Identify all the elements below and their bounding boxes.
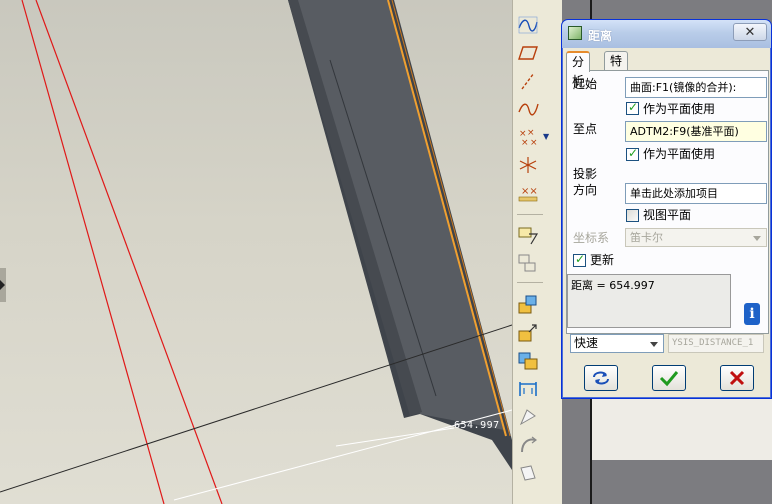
datum-point-icon[interactable]: × × × × [515, 124, 541, 150]
mode-value: 快速 [574, 336, 599, 350]
repeat-icon [593, 371, 609, 385]
model-geometry [0, 0, 512, 504]
datum-plane-icon[interactable] [515, 40, 541, 66]
direction-label: 方向 [573, 183, 598, 197]
close-button[interactable]: ✕ [733, 23, 767, 41]
extend-icon[interactable] [515, 320, 541, 346]
update-checkbox[interactable] [573, 252, 586, 267]
panel-expand-handle[interactable] [0, 268, 6, 302]
chevron-down-icon [749, 230, 765, 246]
datum-csys-icon[interactable] [515, 152, 541, 178]
copy-geometry-icon[interactable] [515, 250, 541, 276]
datum-toolbar: × × × × ▼ ×× [512, 0, 562, 504]
svg-text:×: × [527, 128, 535, 138]
sketch-curve-icon[interactable] [515, 12, 541, 38]
trim-icon[interactable] [515, 348, 541, 374]
projection-direction-field[interactable]: 单击此处添加项目 [625, 183, 767, 204]
datum-point-offset-icon[interactable]: ×× [515, 180, 541, 206]
projection-label: 投影 [573, 167, 598, 181]
solidify-icon[interactable] [515, 460, 541, 486]
repeat-button[interactable] [584, 365, 618, 391]
project-icon[interactable] [515, 432, 541, 458]
chevron-down-icon [646, 336, 662, 353]
tab-analysis[interactable]: 分析 [566, 51, 591, 88]
checkmark-icon [659, 371, 679, 387]
toolbar-separator [517, 214, 543, 215]
ok-button[interactable] [652, 365, 686, 391]
merge-icon[interactable] [515, 292, 541, 318]
view-plane-label: 视图平面 [643, 208, 692, 222]
dialog-app-icon [568, 26, 582, 40]
from-use-as-plane-label: 作为平面使用 [643, 102, 716, 116]
svg-text:××: ×× [521, 186, 538, 197]
from-use-as-plane-checkbox[interactable] [626, 100, 639, 115]
csys-value: 笛卡尔 [630, 231, 663, 244]
analysis-name-field[interactable]: YSIS_DISTANCE_1 [668, 334, 764, 353]
csys-label: 坐标系 [573, 231, 610, 245]
analysis-feature-icon[interactable] [515, 222, 541, 248]
datum-point-dropdown-icon[interactable]: ▼ [543, 132, 549, 141]
svg-text:×: × [530, 138, 538, 148]
toolbar-separator [517, 282, 543, 283]
cancel-x-icon [729, 370, 745, 386]
dialog-titlebar[interactable]: 距离 ✕ [562, 20, 771, 48]
info-icon[interactable]: i [744, 303, 760, 325]
dialog-title: 距离 [588, 29, 613, 43]
distance-annotation: 654.997 [454, 420, 500, 431]
datum-axis-icon[interactable] [515, 68, 541, 94]
view-plane-checkbox[interactable] [626, 209, 639, 222]
to-reference-field[interactable]: ADTM2:F9(基准平面) [625, 121, 767, 142]
datum-curve-icon[interactable] [515, 96, 541, 122]
cancel-button[interactable] [720, 365, 754, 391]
mode-select[interactable]: 快速 [570, 334, 664, 353]
csys-select[interactable]: 笛卡尔 [625, 228, 767, 247]
to-label: 至点 [573, 122, 598, 136]
tab-feature[interactable]: 特征 [604, 51, 629, 87]
to-use-as-plane-checkbox[interactable] [626, 146, 639, 161]
workspace-panel [592, 398, 772, 460]
graphics-viewport[interactable]: 654.997 [0, 0, 512, 504]
update-label: 更新 [590, 253, 615, 267]
distance-dialog: 距离 ✕ 分析 特征 起始 曲面:F1(镜像的合并): 作为平面使用 至点 AD… [561, 19, 772, 399]
intersect-icon[interactable] [515, 376, 541, 402]
thicken-icon[interactable] [515, 404, 541, 430]
from-reference-field[interactable]: 曲面:F1(镜像的合并): [625, 77, 767, 98]
result-output: 距离 = 654.997 [567, 274, 731, 328]
svg-text:×: × [521, 138, 529, 148]
to-use-as-plane-label: 作为平面使用 [643, 147, 716, 161]
